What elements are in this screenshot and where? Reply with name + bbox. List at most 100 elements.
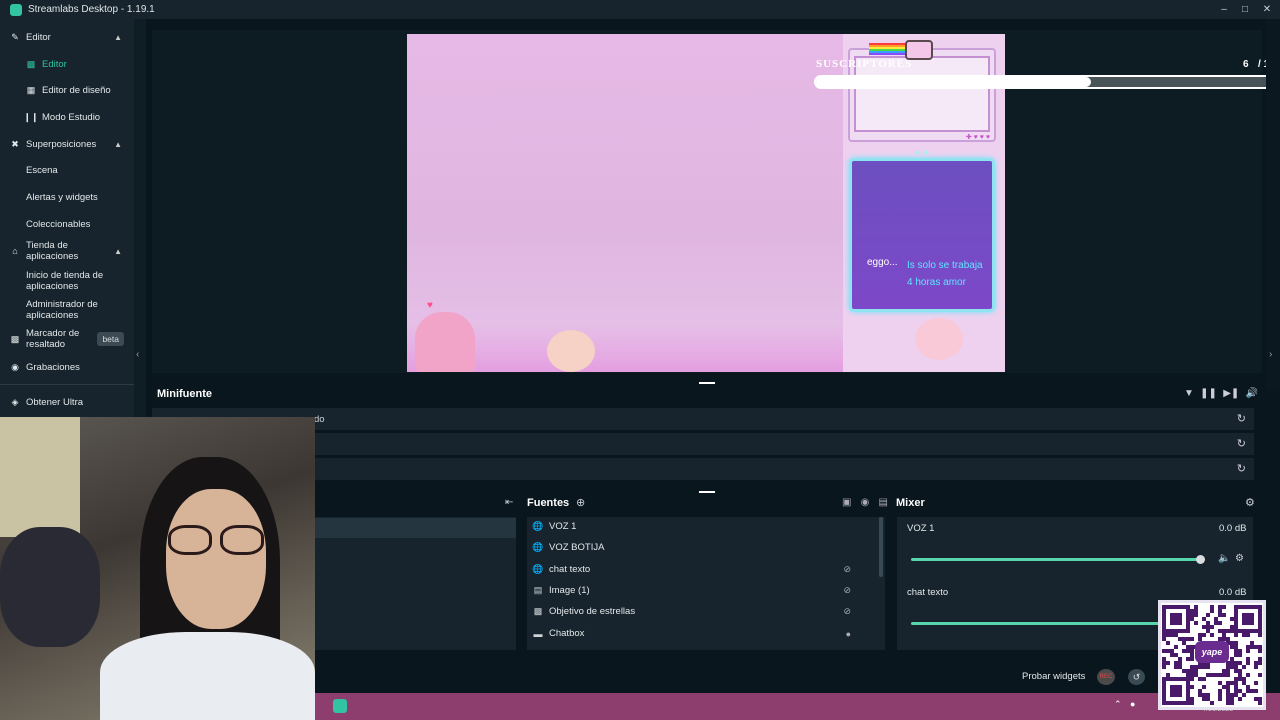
minifuente-title: Minifuente [157, 388, 212, 400]
highlighter-icon: ▩ [10, 333, 20, 344]
sidebar-group-overlays-label: Superposiciones [26, 138, 97, 150]
streamlabs-taskbar-icon[interactable] [333, 699, 347, 713]
chevron-up-icon: ▲ [114, 139, 122, 149]
folder-add-icon[interactable]: ▤ [879, 497, 888, 508]
sidebar-item-ultra-label: Obtener Ultra [26, 396, 84, 408]
minifuente-row[interactable]: do ↻ [152, 408, 1254, 430]
source-item[interactable]: 🌐 VOZ 1 [527, 516, 881, 537]
sidebar-item-highlighter[interactable]: ▩ Marcador de resaltado beta [0, 327, 134, 351]
source-item[interactable]: 🌐 VOZ BOTIJA [527, 537, 881, 558]
sidebar-item-layout-editor-label: Editor de diseño [42, 84, 111, 96]
sidebar-item-app-manager-label: Administrador de aplicaciones [26, 299, 98, 321]
brush-icon: ✎ [11, 31, 19, 42]
right-collapse-handle[interactable]: › [1266, 19, 1280, 389]
sidebar-item-app-store-home[interactable]: Inicio de tienda de aplicaciones [0, 269, 134, 293]
volume-slider-knob[interactable] [1196, 555, 1205, 564]
hidden-eye-icon[interactable]: ⊘ [843, 564, 851, 575]
rec-label: REC [1099, 674, 1113, 680]
sidebar-group-app-store[interactable]: ⌂ Tienda de aplicaciones ▲ [0, 239, 134, 263]
source-item[interactable]: ▩ Objetivo de estrellas ⊘ [527, 601, 881, 622]
collapse-panel-icon[interactable]: ⇤ [505, 497, 513, 508]
sidebar-item-studio-mode[interactable]: ❙❙ Modo Estudio [0, 110, 134, 124]
speaker-icon[interactable]: 🔈 [1218, 553, 1230, 564]
refresh-icon[interactable]: ↻ [1237, 412, 1246, 425]
streamlabs-logo-icon [10, 3, 22, 16]
glasses-character-icon [547, 330, 595, 372]
source-filter-icon[interactable]: ▣ [842, 497, 851, 508]
close-button[interactable]: ✕ [1256, 0, 1278, 19]
sidebar-item-app-manager[interactable]: Administrador de aplicaciones [0, 298, 134, 322]
maximize-button[interactable]: □ [1234, 0, 1256, 19]
qr-code: yape [1158, 600, 1266, 710]
chevron-right-icon: › [1269, 349, 1273, 360]
hidden-eye-icon[interactable]: ⊘ [843, 606, 851, 617]
globe-icon: 🌐 [532, 564, 544, 574]
source-item-label: Chatbox [549, 628, 585, 639]
pause-icon[interactable]: ❚❚ [1200, 388, 1217, 399]
filter-icon[interactable]: ▼ [1184, 388, 1194, 399]
mixer-channel-db: 0.0 dB [1219, 587, 1247, 598]
mixer-settings-icon[interactable]: ⚙ [1245, 496, 1255, 509]
sidebar-item-editor[interactable]: ▩ Editor [0, 57, 134, 71]
refresh-icon[interactable]: ↻ [1237, 462, 1246, 475]
glasses-left [168, 525, 212, 555]
tools-icon: ✖ [11, 138, 19, 149]
sidebar-group-editor-label: Editor [26, 31, 51, 43]
sidebar-item-recordings[interactable]: ◉ Grabaciones [0, 360, 134, 374]
hidden-eye-icon[interactable]: ⊘ [843, 585, 851, 596]
folder-icon: ▬ [533, 628, 543, 639]
beta-badge: beta [97, 332, 124, 346]
volume-slider[interactable] [911, 622, 1161, 625]
sweater [100, 632, 315, 720]
sidebar-group-app-store-label: Tienda de aplicaciones [26, 240, 79, 262]
record-icon: ◉ [11, 361, 19, 372]
source-item[interactable]: ▬ Chatbox ● [527, 623, 881, 644]
sheep-mascot-icon [915, 318, 963, 360]
editor-icon: ▩ [26, 58, 36, 69]
lock-icon[interactable]: ● [846, 629, 851, 639]
add-source-icon[interactable]: ⊕ [576, 496, 585, 509]
mic-icon[interactable]: ● [1130, 699, 1135, 709]
wings-icon: ✦✦ [913, 148, 931, 159]
sidebar-item-collectibles[interactable]: Coleccionables [0, 217, 134, 231]
sidebar-item-scene[interactable]: Escena [0, 163, 134, 177]
volume-slider[interactable] [911, 555, 1205, 564]
mixer-title: Mixer [896, 497, 925, 509]
plush-toy [0, 527, 100, 647]
sidebar-group-overlays[interactable]: ✖ Superposiciones ▲ [0, 137, 134, 151]
chevron-up-icon: ▲ [114, 32, 122, 42]
sidebar-item-highlighter-label: Marcador de resaltado [26, 328, 80, 350]
source-item[interactable]: ▤ Image (1) ⊘ [527, 580, 881, 601]
test-widgets-button[interactable]: Probar widgets [1022, 671, 1085, 682]
channel-settings-icon[interactable]: ⚙ [1235, 553, 1244, 564]
refresh-icon[interactable]: ↻ [1237, 437, 1246, 450]
minifuente-row[interactable]: ↻ [152, 433, 1254, 455]
chat-username: eggo... [867, 257, 898, 268]
sidebar-item-ultra[interactable]: ◈ Obtener Ultra [0, 395, 134, 409]
fuentes-toolbar: ▣ ◉ ▤ [842, 497, 888, 508]
rec-button[interactable]: REC [1097, 669, 1115, 685]
sidebar-item-recordings-label: Grabaciones [26, 361, 80, 373]
sidebar-item-editor-label: Editor [42, 58, 67, 70]
scene-row-selected[interactable] [314, 518, 516, 538]
resize-handle[interactable] [699, 382, 715, 384]
subs-goal-fill [816, 77, 1092, 87]
volume-icon[interactable]: 🔊 [1246, 388, 1258, 399]
minifuente-row[interactable]: ↻ [152, 458, 1254, 480]
skip-icon[interactable]: ▶❚ [1223, 388, 1239, 399]
frame-hearts: ✚ ♥ ♥ ♥ [965, 134, 990, 141]
tray-chevron-icon[interactable]: ⌃ [1114, 699, 1122, 710]
sidebar-collapse-handle[interactable]: ‹ [134, 19, 146, 419]
chat-message: Is solo se trabaja 4 horas amor [907, 260, 983, 288]
minimize-button[interactable]: – [1213, 0, 1235, 19]
minifuente-row-text: do [314, 414, 325, 425]
hide-all-icon[interactable]: ◉ [861, 497, 870, 508]
sidebar-group-editor[interactable]: ✎ Editor ▲ [0, 30, 134, 44]
yape-logo-text: yape [1201, 647, 1223, 657]
chevron-up-icon: ▲ [114, 246, 122, 256]
source-item[interactable]: 🌐 chat texto ⊘ [527, 559, 881, 580]
nyan-rainbow [869, 43, 909, 55]
replay-button[interactable]: ↺ [1128, 669, 1145, 685]
sidebar-item-layout-editor[interactable]: ▦ Editor de diseño [0, 83, 134, 97]
sidebar-item-alerts[interactable]: Alertas y widgets [0, 190, 134, 204]
